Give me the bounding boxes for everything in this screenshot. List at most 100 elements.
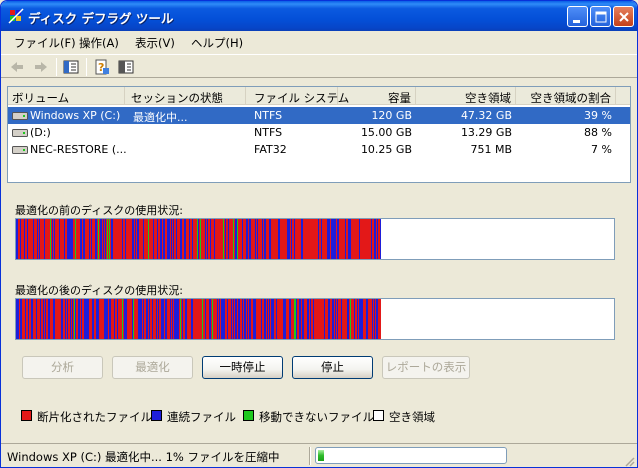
disk-cluster-stripe	[264, 299, 265, 339]
show-hide-icon[interactable]	[118, 59, 134, 75]
disk-cluster-stripe	[208, 219, 209, 259]
disk-cluster-stripe	[249, 219, 250, 259]
disk-cluster-stripe	[256, 299, 257, 339]
column-header-free-percent[interactable]: 空き領域の割合	[516, 87, 616, 105]
disk-cluster-stripe	[22, 299, 23, 339]
table-row[interactable]: (D:) NTFS 15.00 GB 13.29 GB 88 %	[8, 124, 630, 141]
disk-cluster-stripe	[205, 299, 206, 339]
disk-cluster-stripe	[285, 299, 286, 339]
disk-cluster-stripe	[355, 299, 356, 339]
menu-file[interactable]: ファイル(F)	[14, 35, 76, 51]
menu-view[interactable]: 表示(V)	[135, 35, 175, 51]
disk-cluster-stripe	[91, 219, 92, 259]
properties-icon[interactable]	[63, 59, 79, 75]
disk-cluster-stripe	[75, 219, 76, 259]
disk-cluster-stripe	[246, 299, 247, 339]
disk-cluster-stripe	[343, 299, 344, 339]
disk-cluster-stripe	[39, 299, 40, 339]
disk-cluster-stripe	[69, 299, 70, 339]
disk-cluster-stripe	[177, 299, 178, 339]
disk-cluster-stripe	[30, 219, 31, 259]
disk-cluster-stripe	[344, 219, 345, 259]
disk-cluster-stripe	[322, 219, 323, 259]
disk-cluster-stripe	[264, 219, 265, 259]
disk-cluster-stripe	[274, 299, 275, 339]
disk-cluster-stripe	[243, 299, 244, 339]
hard-drive-icon	[12, 146, 28, 154]
disk-cluster-stripe	[210, 299, 211, 339]
menu-action[interactable]: 操作(A)	[79, 35, 119, 51]
disk-cluster-stripe	[135, 219, 136, 259]
help-icon[interactable]: ?	[94, 59, 110, 75]
disk-cluster-stripe	[181, 219, 182, 259]
disk-cluster-stripe	[36, 299, 37, 339]
disk-cluster-stripe	[183, 299, 184, 339]
disk-cluster-stripe	[375, 299, 376, 339]
disk-cluster-stripe	[188, 299, 189, 339]
column-header-capacity[interactable]: 容量	[338, 87, 416, 105]
disk-cluster-stripe	[79, 299, 80, 339]
disk-cluster-stripe	[71, 219, 72, 259]
toolbar-separator	[56, 58, 57, 76]
disk-cluster-stripe	[147, 219, 148, 259]
table-row[interactable]: Windows XP (C:) 最適化中... NTFS 120 GB 47.3…	[8, 107, 630, 124]
disk-cluster-stripe	[286, 219, 287, 259]
title-bar[interactable]: ディスク デフラグ ツール	[1, 1, 637, 31]
disk-cluster-stripe	[26, 299, 27, 339]
disk-cluster-stripe	[345, 299, 346, 339]
analyze-button[interactable]: 分析	[22, 356, 103, 379]
disk-cluster-stripe	[321, 219, 322, 259]
disk-cluster-stripe	[123, 299, 124, 339]
disk-cluster-stripe	[110, 219, 111, 259]
menu-help[interactable]: ヘルプ(H)	[191, 35, 243, 51]
disk-cluster-stripe	[166, 219, 167, 259]
pause-button[interactable]: 一時停止	[202, 356, 283, 379]
close-button[interactable]	[613, 6, 634, 27]
disk-cluster-stripe	[331, 299, 332, 339]
disk-cluster-stripe	[374, 299, 375, 339]
disk-cluster-stripe	[177, 219, 178, 259]
disk-cluster-stripe	[140, 219, 141, 259]
disk-cluster-stripe	[291, 299, 292, 339]
disk-cluster-stripe	[295, 219, 296, 259]
table-row[interactable]: NEC-RESTORE (... FAT32 10.25 GB 751 MB 7…	[8, 141, 630, 158]
disk-cluster-stripe	[150, 299, 151, 339]
disk-cluster-stripe	[52, 299, 53, 339]
column-header-file-system[interactable]: ファイル システム	[246, 87, 349, 105]
back-arrow-icon[interactable]	[9, 59, 25, 75]
column-header-free-space[interactable]: 空き領域	[416, 87, 516, 105]
resize-grip-icon[interactable]	[623, 455, 635, 467]
disk-cluster-stripe	[288, 219, 289, 259]
disk-cluster-stripe	[366, 299, 367, 339]
disk-cluster-stripe	[33, 219, 34, 259]
disk-cluster-stripe	[268, 299, 269, 339]
disk-cluster-stripe	[227, 299, 228, 339]
disk-cluster-stripe	[261, 219, 262, 259]
defragment-button[interactable]: 最適化	[112, 356, 193, 379]
free-space: 751 MB	[470, 143, 512, 156]
column-header-volume[interactable]: ボリューム	[8, 87, 125, 105]
view-report-button[interactable]: レポートの表示	[382, 356, 470, 379]
disk-cluster-stripe	[351, 299, 352, 339]
disk-cluster-stripe	[110, 299, 111, 339]
column-header-session-status[interactable]: セッションの状態	[125, 87, 246, 105]
forward-arrow-icon[interactable]	[33, 59, 49, 75]
disk-cluster-stripe	[200, 299, 201, 339]
stop-button[interactable]: 停止	[292, 356, 373, 379]
disk-cluster-stripe	[49, 219, 50, 259]
minimize-button[interactable]	[567, 6, 588, 27]
disk-cluster-stripe	[184, 219, 185, 259]
disk-cluster-stripe	[53, 299, 54, 339]
disk-cluster-stripe	[142, 299, 143, 339]
disk-cluster-stripe	[68, 219, 69, 259]
volume-list[interactable]: ボリューム セッションの状態 ファイル システム 容量 空き領域 空き領域の割合…	[7, 86, 631, 183]
disk-cluster-stripe	[163, 219, 164, 259]
disk-cluster-stripe	[246, 219, 247, 259]
disk-cluster-stripe	[363, 299, 364, 339]
disk-cluster-stripe	[325, 219, 326, 259]
disk-cluster-stripe	[48, 299, 49, 339]
disk-cluster-stripe	[25, 219, 26, 259]
disk-cluster-stripe	[281, 299, 282, 339]
disk-cluster-stripe	[134, 219, 135, 259]
maximize-button[interactable]	[590, 6, 611, 27]
